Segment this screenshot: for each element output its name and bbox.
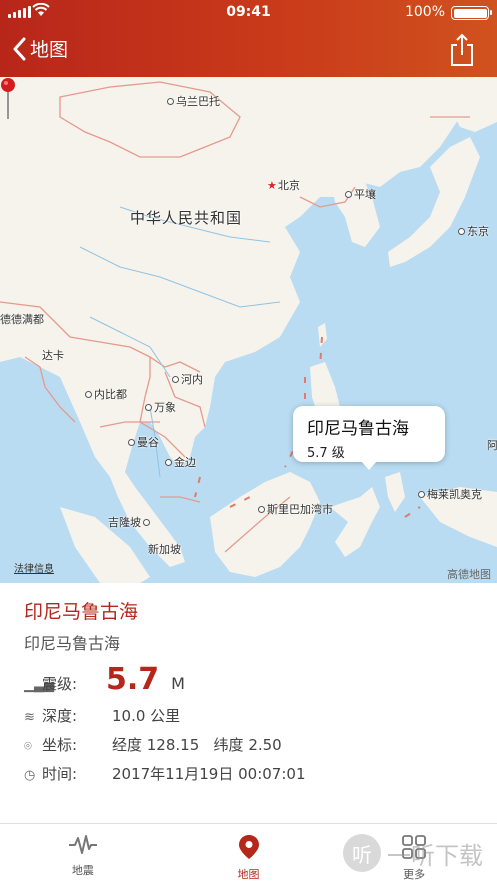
quake-callout[interactable]: 印尼马鲁古海 5.7 级 xyxy=(293,406,445,470)
battery-percent: 100% xyxy=(404,4,445,20)
layers-icon: ≋ xyxy=(24,710,35,725)
nav-bar: 地图 xyxy=(0,25,497,77)
top-bar: 09:41 100% 地图 xyxy=(0,0,497,77)
tab-map[interactable]: 地图 xyxy=(166,824,332,883)
time-row: ◷ 时间: 2017年11月19日 00:07:01 xyxy=(24,763,473,784)
signal-bars-icon: ▁▃▅ xyxy=(24,678,54,693)
depth-value: 10.0 公里 xyxy=(112,707,181,725)
time-value: 2017年11月19日 00:07:01 xyxy=(112,765,306,783)
magnitude-label: 震级: xyxy=(42,675,78,693)
status-bar: 09:41 100% xyxy=(0,0,497,25)
map-label-vientiane: 万象 xyxy=(145,399,176,415)
map-label-dhaka: 达卡 xyxy=(42,349,64,362)
map-label-tokyo: 东京 xyxy=(458,223,489,239)
coord-label: 坐标: xyxy=(42,736,78,754)
location-icon: ⌾ xyxy=(24,739,32,754)
chevron-left-icon xyxy=(13,37,26,60)
map-label-singapore: 新加坡 xyxy=(148,543,181,556)
quake-subtitle: 印尼马鲁古海 xyxy=(24,634,121,653)
tab-earthquakes-label: 地震 xyxy=(71,864,94,877)
map-provider-logo: 高德地图 xyxy=(447,568,491,581)
share-icon[interactable] xyxy=(449,33,475,67)
tab-earthquakes[interactable]: 地震 xyxy=(0,824,166,883)
waveform-icon xyxy=(68,835,97,854)
callout-magnitude: 5.7 级 xyxy=(307,446,345,461)
map-label-hanoi: 河内 xyxy=(172,371,203,387)
tab-map-label: 地图 xyxy=(237,868,260,881)
map-label-kualalumpur: 吉隆坡 xyxy=(108,514,152,530)
map-label-edge: 阿 xyxy=(487,439,497,452)
map-pin-icon[interactable] xyxy=(0,77,16,121)
map-label-bandar: 斯里巴加湾市 xyxy=(258,501,333,517)
map-label-naypyidaw: 内比都 xyxy=(85,386,127,402)
depth-label: 深度: xyxy=(42,707,78,725)
battery-icon xyxy=(451,6,492,20)
map-label-china: 中华人民共和国 xyxy=(130,209,243,227)
watermark-text: 一听下载 xyxy=(387,841,483,870)
map-label-ulaanbaatar: 乌兰巴托 xyxy=(167,93,220,109)
quake-details: 印尼马鲁古海 印尼马鲁古海 ▁▃▅ 震级: 5.7 M ≋ 深度: 10.0 公… xyxy=(0,583,497,823)
callout-title: 印尼马鲁古海 xyxy=(307,419,409,439)
clock-icon: ◷ xyxy=(24,768,36,783)
depth-row: ≋ 深度: 10.0 公里 xyxy=(24,705,473,726)
time-label: 时间: xyxy=(42,765,78,783)
coord-row: ⌾ 坐标: 经度 128.15 纬度 2.50 xyxy=(24,734,473,755)
back-label: 地图 xyxy=(30,39,69,61)
legal-link[interactable]: 法律信息 xyxy=(14,560,54,575)
map-label-pyongyang: 平壤 xyxy=(345,186,376,202)
watermark: 听 一听下载 xyxy=(343,834,483,872)
magnitude-row: ▁▃▅ 震级: 5.7 M xyxy=(24,662,473,697)
map-label-kathmandu: 德德满都 xyxy=(0,313,44,326)
magnitude-value: 5.7 xyxy=(106,662,160,697)
back-button[interactable]: 地图 xyxy=(12,35,68,62)
map-view[interactable]: 乌兰巴托 ★北京 中华人民共和国 平壤 东京 德德满都 达卡 内比都 河内 万象… xyxy=(0,77,497,583)
magnitude-unit: M xyxy=(171,674,185,693)
coord-value: 经度 128.15 纬度 2.50 xyxy=(112,736,282,754)
map-base xyxy=(0,77,497,583)
map-label-bangkok: 曼谷 xyxy=(128,434,159,450)
quake-title: 印尼马鲁古海 xyxy=(24,601,139,623)
map-label-beijing: ★北京 xyxy=(267,179,300,192)
location-pin-icon xyxy=(238,835,259,859)
watermark-logo-icon: 听 xyxy=(343,834,381,872)
map-label-melekeok: 梅莱凯奥克 xyxy=(418,486,482,502)
map-label-phnompenh: 金边 xyxy=(165,454,196,470)
